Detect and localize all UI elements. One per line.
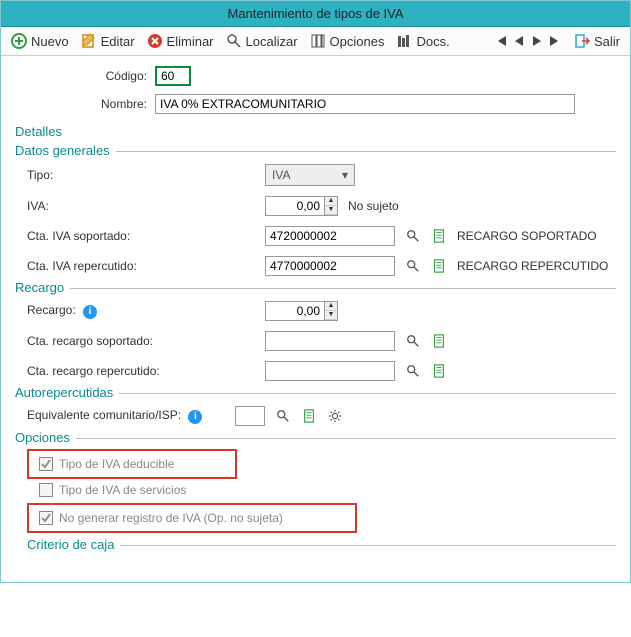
nombre-label: Nombre:: [65, 97, 155, 111]
recargo-soportado-label: RECARGO SOPORTADO: [457, 229, 597, 243]
document-icon[interactable]: [431, 333, 447, 349]
nav-next-button[interactable]: [530, 34, 544, 48]
document-icon[interactable]: [431, 228, 447, 244]
autorepercutidas-group: Autorepercutidas Equivalente comunitario…: [15, 393, 616, 426]
deducible-checkbox[interactable]: [39, 457, 53, 471]
search-icon[interactable]: [405, 228, 421, 244]
recargo-input[interactable]: [265, 301, 325, 321]
cta-rec-repercutido-label: Cta. recargo repercutido:: [15, 364, 215, 378]
document-icon[interactable]: [431, 258, 447, 274]
toolbar: Nuevo Editar Eliminar Localizar Opciones…: [1, 27, 630, 56]
search-icon[interactable]: [405, 333, 421, 349]
search-icon[interactable]: [275, 408, 291, 424]
nuevo-button[interactable]: Nuevo: [11, 33, 69, 49]
cta-rec-repercutido-input[interactable]: [265, 361, 395, 381]
iva-label: IVA:: [15, 199, 215, 213]
no-generar-label: No generar registro de IVA (Op. no sujet…: [59, 511, 283, 525]
servicios-checkbox[interactable]: [39, 483, 53, 497]
eliminar-button[interactable]: Eliminar: [147, 33, 214, 49]
codigo-label: Código:: [65, 69, 155, 83]
document-icon[interactable]: [301, 408, 317, 424]
docs-button[interactable]: Docs.: [396, 33, 449, 49]
chevron-down-icon: ▾: [342, 168, 348, 182]
cta-rec-soportado-input[interactable]: [265, 331, 395, 351]
nav-first-button[interactable]: [494, 34, 508, 48]
opciones-group: Opciones Tipo de IVA deducible Tipo de I…: [15, 438, 616, 533]
recargo-group: Recargo Recargo: i ▲▼ Cta. recargo sopor…: [15, 288, 616, 381]
equivalente-label: Equivalente comunitario/ISP: i: [15, 408, 235, 424]
equivalente-input[interactable]: [235, 406, 265, 426]
datos-generales-group: Datos generales Tipo: IVA ▾ IVA: ▲▼ No s…: [15, 151, 616, 276]
recargo-spinner[interactable]: ▲▼: [325, 301, 338, 321]
iva-input[interactable]: [265, 196, 325, 216]
info-icon[interactable]: i: [83, 305, 97, 319]
document-icon[interactable]: [431, 363, 447, 379]
cta-repercutido-label: Cta. IVA repercutido:: [15, 259, 215, 273]
iva-spinner[interactable]: ▲▼: [325, 196, 338, 216]
criterio-caja-group: Criterio de caja: [27, 545, 616, 566]
search-icon[interactable]: [405, 258, 421, 274]
recargo-repercutido-label: RECARGO REPERCUTIDO: [457, 259, 608, 273]
tipo-label: Tipo:: [15, 168, 215, 182]
no-generar-checkbox[interactable]: [39, 511, 53, 525]
iva-status: No sujeto: [348, 199, 399, 213]
cta-soportado-label: Cta. IVA soportado:: [15, 229, 215, 243]
detalles-title: Detalles: [15, 124, 616, 139]
cta-rec-soportado-label: Cta. recargo soportado:: [15, 334, 215, 348]
localizar-button[interactable]: Localizar: [226, 33, 298, 49]
gear-icon[interactable]: [327, 408, 343, 424]
editar-button[interactable]: Editar: [81, 33, 135, 49]
nav-prev-button[interactable]: [512, 34, 526, 48]
cta-soportado-input[interactable]: [265, 226, 395, 246]
opciones-button[interactable]: Opciones: [310, 33, 385, 49]
tipo-dropdown[interactable]: IVA ▾: [265, 164, 355, 186]
info-icon[interactable]: i: [188, 410, 202, 424]
servicios-label: Tipo de IVA de servicios: [59, 483, 186, 497]
recargo-label: Recargo: i: [15, 303, 215, 319]
search-icon[interactable]: [405, 363, 421, 379]
nav-last-button[interactable]: [548, 34, 562, 48]
salir-button[interactable]: Salir: [574, 33, 620, 49]
nombre-input[interactable]: [155, 94, 575, 114]
window-title: Mantenimiento de tipos de IVA: [1, 1, 630, 27]
cta-repercutido-input[interactable]: [265, 256, 395, 276]
codigo-input[interactable]: [155, 66, 191, 86]
deducible-label: Tipo de IVA deducible: [59, 457, 174, 471]
